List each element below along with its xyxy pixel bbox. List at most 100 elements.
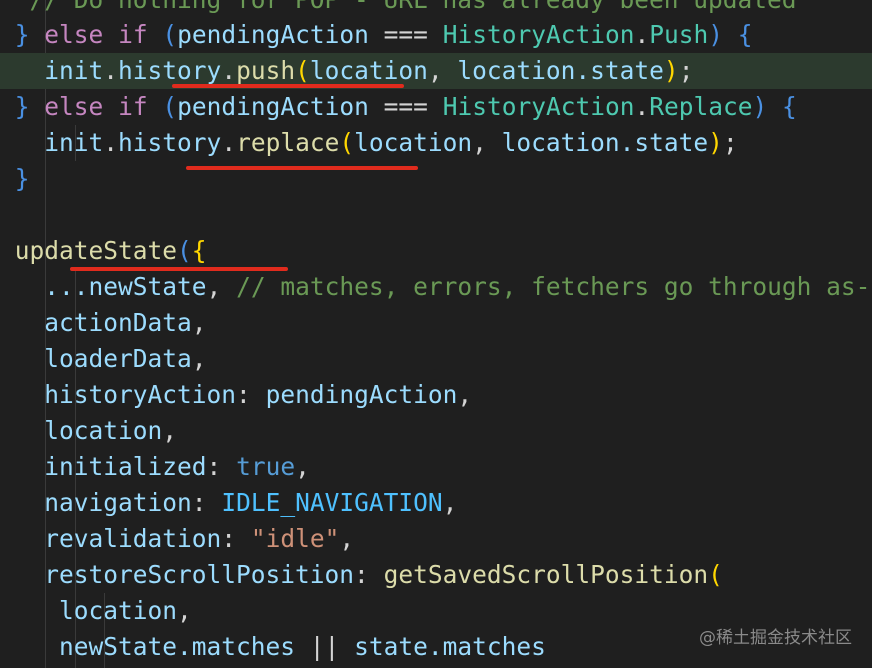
comma: ,	[177, 596, 192, 625]
code-line[interactable]: initialized: true,	[0, 449, 872, 485]
variable: init	[44, 128, 104, 157]
comma: ,	[162, 416, 178, 445]
annotation-underline-push	[172, 84, 404, 88]
semicolon: ;	[678, 56, 694, 85]
operator: ===	[383, 92, 428, 121]
object-value: pendingAction	[265, 380, 458, 409]
paren: (	[295, 56, 310, 85]
comma: ,	[472, 128, 487, 157]
dot: .	[634, 20, 650, 49]
object-key: location	[44, 416, 163, 445]
code-line[interactable]: actionData,	[0, 305, 872, 341]
code-line[interactable]: location,	[0, 413, 872, 449]
code-line[interactable]: restoreScrollPosition: getSavedScrollPos…	[0, 557, 872, 593]
function-call: updateState	[14, 236, 178, 265]
property: history	[118, 128, 222, 157]
code-line[interactable]: navigation: IDLE_NAVIGATION,	[0, 485, 872, 521]
operator: ||	[309, 632, 340, 661]
code-line[interactable]: historyAction: pendingAction,	[0, 377, 872, 413]
dot: .	[634, 92, 650, 121]
constant-value: IDLE_NAVIGATION	[221, 488, 443, 517]
code-line-current[interactable]: init.history.push(location, location.sta…	[0, 53, 872, 89]
code-line[interactable]: updateState({	[0, 233, 872, 269]
paren: )	[708, 20, 723, 49]
object-key: loaderData	[44, 344, 192, 373]
variable: pendingAction	[177, 20, 369, 49]
spread-argument: ...newState	[44, 272, 207, 301]
colon: :	[354, 560, 369, 589]
enum-member: Replace	[649, 92, 753, 121]
argument: location	[309, 56, 428, 85]
dot: .	[103, 56, 119, 85]
keyword-if: if	[118, 92, 148, 121]
operator: ===	[383, 20, 428, 49]
variable: init	[44, 56, 104, 85]
brace: {	[191, 236, 207, 265]
comma: ,	[295, 452, 310, 481]
paren: (	[177, 236, 192, 265]
comma: ,	[191, 308, 207, 337]
function-call: push	[236, 56, 296, 85]
comma: ,	[457, 380, 473, 409]
paren: (	[339, 128, 355, 157]
brace: }	[14, 92, 30, 121]
code-line[interactable]: }	[0, 161, 872, 197]
dot: .	[221, 56, 237, 85]
colon: :	[221, 524, 237, 553]
object-key: restoreScrollPosition	[44, 560, 355, 589]
argument: state.matches	[354, 632, 546, 661]
brace: {	[737, 20, 753, 49]
object-key: historyAction	[44, 380, 237, 409]
argument: location.state	[457, 56, 664, 85]
code-line[interactable]: // Do nothing for POP - URL has already …	[0, 0, 872, 18]
comma: ,	[191, 344, 207, 373]
paren: )	[752, 92, 768, 121]
keyword-else: else	[44, 92, 104, 121]
brace: {	[782, 92, 797, 121]
annotation-underline-updatestate	[70, 267, 288, 271]
argument: location	[59, 596, 178, 625]
code-editor[interactable]: // Do nothing for POP - URL has already …	[0, 0, 872, 668]
comma: ,	[339, 524, 355, 553]
watermark: @稀土掘金技术社区	[699, 628, 852, 648]
type: HistoryAction	[442, 92, 635, 121]
paren: (	[708, 560, 723, 589]
comment: // matches, errors, fetchers go through …	[236, 272, 872, 301]
colon: :	[236, 380, 251, 409]
code-line[interactable]: init.history.replace(location, location.…	[0, 125, 872, 161]
argument: location.state	[501, 128, 709, 157]
colon: :	[206, 452, 222, 481]
code-line[interactable]: revalidation: "idle",	[0, 521, 872, 557]
paren: (	[162, 20, 178, 49]
enum-member: Push	[649, 20, 709, 49]
paren: )	[663, 56, 679, 85]
colon: :	[191, 488, 207, 517]
object-key: actionData	[44, 308, 192, 337]
boolean-value: true	[236, 452, 296, 481]
property: history	[118, 56, 222, 85]
keyword-if: if	[118, 20, 148, 49]
argument: location	[354, 128, 473, 157]
code-line[interactable]: ...newState, // matches, errors, fetcher…	[0, 269, 872, 305]
type: HistoryAction	[442, 20, 635, 49]
object-key: revalidation	[44, 524, 222, 553]
comma: ,	[427, 56, 443, 85]
string-value: "idle"	[250, 524, 340, 553]
semicolon: ;	[722, 128, 738, 157]
paren: )	[708, 128, 723, 157]
code-line[interactable]: loaderData,	[0, 341, 872, 377]
argument: newState.matches	[59, 632, 296, 661]
dot: .	[103, 128, 119, 157]
paren: (	[162, 92, 178, 121]
keyword-else: else	[44, 20, 104, 49]
code-line[interactable]: } else if (pendingAction === HistoryActi…	[0, 89, 872, 125]
comma: ,	[442, 488, 458, 517]
comment: // Do nothing for POP - URL has already …	[30, 0, 797, 14]
code-line[interactable]: } else if (pendingAction === HistoryActi…	[0, 17, 872, 53]
comma: ,	[206, 272, 222, 301]
brace: }	[14, 164, 30, 193]
brace: }	[14, 20, 30, 49]
variable: pendingAction	[177, 92, 369, 121]
annotation-underline-replace	[186, 166, 418, 170]
function-call: getSavedScrollPosition	[383, 560, 709, 589]
